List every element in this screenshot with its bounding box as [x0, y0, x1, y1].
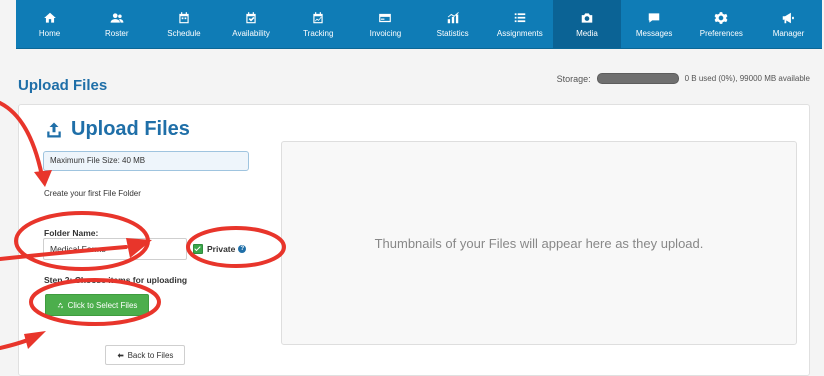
max-file-size-notice: Maximum File Size: 40 MB	[43, 151, 249, 171]
nav-tracking[interactable]: Tracking	[285, 0, 352, 48]
recycle-icon	[57, 302, 63, 308]
calendar-icon	[179, 11, 189, 23]
chat-icon	[648, 12, 660, 23]
card-title: Upload Files	[45, 118, 190, 141]
nav-statistics[interactable]: Statistics	[419, 0, 486, 48]
page-title: Upload Files	[18, 77, 108, 94]
thumbnail-dropzone[interactable]: Thumbnails of your Files will appear her…	[281, 141, 797, 345]
camera-icon	[581, 12, 593, 23]
nav-manager[interactable]: Manager	[755, 0, 822, 48]
private-checkbox[interactable]	[193, 244, 203, 254]
home-icon	[43, 12, 56, 23]
nav-messages[interactable]: Messages	[621, 0, 688, 48]
back-to-files-label: Back to Files	[127, 350, 174, 360]
storage-indicator: Storage: 0 B used (0%), 99000 MB availab…	[557, 73, 810, 84]
roster-icon	[110, 12, 124, 23]
nav-assignments[interactable]: Assignments	[486, 0, 553, 48]
nav-media[interactable]: Media	[553, 0, 621, 48]
nav-preferences[interactable]: Preferences	[688, 0, 755, 48]
card-title-text: Upload Files	[71, 118, 190, 140]
private-toggle[interactable]: Private ?	[193, 244, 247, 254]
folder-name-input[interactable]	[43, 238, 187, 260]
arrow-left-icon	[117, 352, 124, 358]
step-label: Step 2: Choose items for uploading	[44, 275, 188, 285]
statistics-icon	[447, 11, 459, 23]
list-icon	[514, 12, 526, 22]
upload-card: Upload Files Maximum File Size: 40 MB Cr…	[18, 104, 810, 376]
storage-bar	[596, 73, 679, 84]
select-files-label: Click to Select Files	[67, 300, 138, 310]
upload-icon	[47, 122, 61, 137]
nav-home[interactable]: Home	[16, 0, 83, 48]
back-to-files-button[interactable]: Back to Files	[105, 345, 185, 365]
top-navigation: Home Roster Schedule Availability Tracki…	[16, 0, 822, 49]
folder-name-label: Folder Name:	[44, 228, 99, 238]
megaphone-icon	[783, 12, 795, 23]
private-label: Private	[207, 244, 236, 254]
first-folder-text: Create your first File Folder	[44, 189, 141, 198]
help-icon[interactable]: ?	[238, 245, 247, 253]
select-files-button[interactable]: Click to Select Files	[45, 294, 149, 316]
invoicing-icon	[379, 13, 392, 22]
nav-schedule[interactable]: Schedule	[150, 0, 217, 48]
nav-availability[interactable]: Availability	[218, 0, 285, 48]
tracking-icon	[313, 11, 323, 23]
nav-roster[interactable]: Roster	[83, 0, 150, 48]
thumbnail-placeholder-text: Thumbnails of your Files will appear her…	[374, 235, 704, 251]
gear-icon	[714, 11, 728, 24]
nav-invoicing[interactable]: Invoicing	[352, 0, 419, 48]
storage-text: 0 B used (0%), 99000 MB available	[684, 74, 810, 83]
storage-label: Storage:	[556, 73, 591, 84]
availability-icon	[246, 11, 256, 23]
